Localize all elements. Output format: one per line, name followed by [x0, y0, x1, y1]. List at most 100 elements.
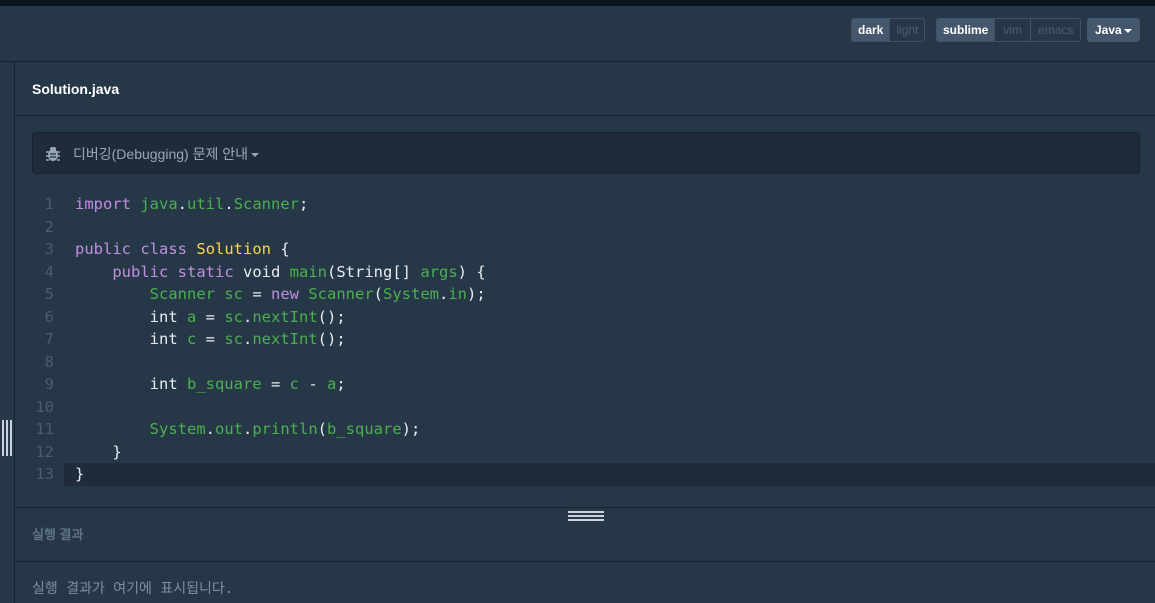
editor-toolbar: dark light sublime vim emacs Java	[0, 6, 1155, 62]
caret-down-icon	[251, 153, 259, 158]
code-token: =	[261, 375, 290, 393]
code-token: =	[196, 307, 225, 326]
file-tab: Solution.java	[16, 62, 1155, 116]
result-resize-handle[interactable]	[568, 511, 604, 521]
code-token: .	[205, 420, 215, 438]
code-token: );	[467, 285, 486, 303]
code-token: nextInt	[252, 307, 318, 326]
code-line: 6 int a = sc.nextInt();	[16, 306, 1155, 329]
code-token: int	[75, 307, 187, 326]
code-token: import	[75, 195, 131, 213]
theme-light-button[interactable]: light	[889, 19, 924, 41]
code-token: Solution	[196, 240, 272, 258]
code-token: }	[75, 442, 122, 461]
result-heading: 실행 결과	[32, 527, 84, 542]
code-token: -	[298, 375, 327, 393]
code-line: 5 Scanner sc = new Scanner(System.in);	[16, 283, 1155, 306]
code-editor[interactable]: 1 import java.util.Scanner; 2 3 public class…	[16, 193, 1155, 486]
code-token: println	[252, 420, 318, 438]
line-text: int a = sc.nextInt();	[75, 306, 346, 329]
code-token: =	[196, 330, 225, 348]
line-number: 1	[44, 195, 54, 213]
code-token: sc	[224, 307, 243, 326]
line-number: 3	[44, 240, 54, 258]
debugging-notice-dropdown[interactable]: 디버깅(Debugging) 문제 안내	[32, 132, 1140, 174]
code-token: public	[75, 240, 131, 258]
code-token: .	[243, 420, 253, 438]
code-token: Scanner sc	[149, 285, 243, 303]
code-token: .	[439, 285, 449, 303]
line-text: }	[75, 441, 122, 464]
chevron-down-icon	[1124, 29, 1132, 33]
code-line: 12 }	[16, 441, 1155, 464]
language-label: Java	[1095, 23, 1122, 37]
code-token: new	[270, 285, 299, 303]
code-line: 1 import java.util.Scanner;	[16, 193, 1155, 216]
code-line: 11 System.out.println(b_square);	[16, 418, 1155, 441]
code-token: a	[326, 375, 337, 393]
code-token: nextInt	[252, 330, 318, 348]
line-number: 7	[44, 330, 54, 348]
code-token: {	[271, 240, 290, 258]
line-number: 11	[35, 420, 54, 438]
code-token: java	[140, 195, 178, 213]
notice-label: 디버깅(Debugging) 문제 안내	[73, 146, 248, 162]
line-number: 10	[35, 397, 54, 416]
code-token: (	[373, 285, 383, 303]
code-token: ();	[317, 307, 346, 326]
line-number: 6	[44, 307, 54, 326]
line-text: System.out.println(b_square);	[75, 418, 421, 441]
code-token: .	[243, 307, 253, 326]
line-number: 12	[35, 442, 54, 461]
line-text: int c = sc.nextInt();	[75, 328, 346, 351]
code-token: Scanner	[308, 285, 374, 303]
code-token: public	[112, 262, 169, 281]
code-token: (	[317, 420, 328, 438]
code-token: static	[177, 262, 234, 281]
code-token: b_square	[186, 375, 262, 393]
line-text: }	[75, 463, 84, 486]
keymap-emacs-button[interactable]: emacs	[1030, 19, 1080, 41]
line-number: 9	[44, 375, 54, 393]
code-line: 8	[16, 351, 1155, 374]
code-token: }	[75, 465, 85, 483]
code-token: out	[215, 420, 243, 438]
code-token: main	[289, 262, 327, 281]
keymap-sublime-button[interactable]: sublime	[937, 19, 995, 41]
code-token: .	[177, 195, 188, 213]
code-token: util	[187, 195, 225, 213]
code-token: ;	[299, 195, 309, 213]
keymap-toggle: sublime vim emacs	[936, 18, 1082, 42]
code-token: =	[242, 285, 271, 303]
line-number: 5	[44, 285, 54, 303]
code-token: .	[224, 195, 234, 213]
code-token: void	[233, 262, 290, 281]
code-token: System	[383, 285, 439, 303]
code-token: int	[75, 330, 187, 348]
code-token: sc	[224, 330, 243, 348]
language-select[interactable]: Java	[1087, 18, 1140, 42]
line-number: 13	[35, 465, 54, 483]
code-token: b_square	[327, 420, 402, 438]
divider	[16, 561, 1155, 562]
code-token: Scanner	[233, 195, 300, 213]
code-token: c	[289, 375, 299, 393]
code-token: c	[186, 330, 197, 348]
keymap-vim-button[interactable]: vim	[994, 19, 1030, 41]
result-output: 실행 결과가 여기에 표시됩니다.	[32, 581, 234, 597]
panel-resize-handle[interactable]	[2, 420, 12, 456]
file-name: Solution.java	[32, 81, 120, 97]
theme-dark-button[interactable]: dark	[852, 19, 890, 41]
code-token: (String[]	[327, 262, 421, 281]
code-line: 9 int b_square = c - a;	[16, 373, 1155, 396]
line-number: 4	[44, 262, 54, 281]
bug-icon	[46, 147, 60, 161]
line-number: 8	[44, 352, 54, 371]
code-line: 3 public class Solution {	[16, 238, 1155, 261]
